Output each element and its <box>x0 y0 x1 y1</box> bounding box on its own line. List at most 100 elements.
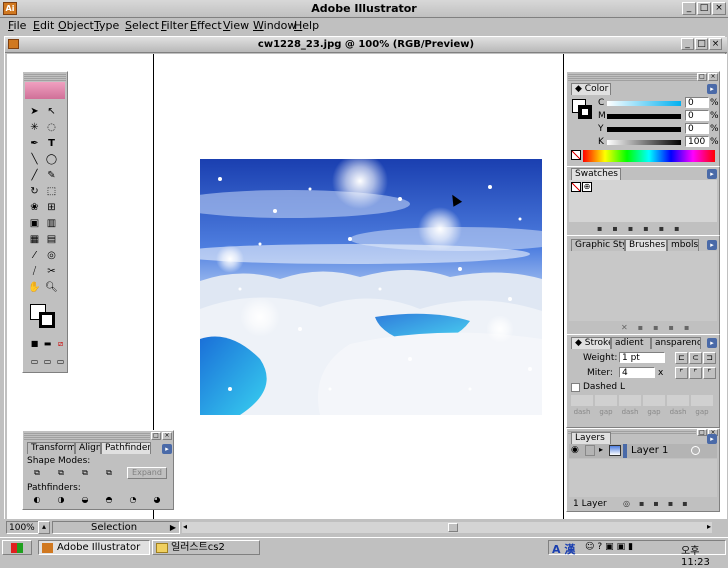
scale-tool-icon[interactable]: ⬚ <box>43 184 60 200</box>
menu-edit[interactable]: Edit <box>33 19 54 32</box>
tab-transparency[interactable]: ansparency <box>651 337 701 349</box>
none-swatch[interactable] <box>571 182 581 192</box>
gradient-tool-icon[interactable]: ▤ <box>43 232 60 248</box>
subtract-from-shape-icon[interactable]: ⧉ <box>53 468 69 480</box>
pencil-tool-icon[interactable]: ✎ <box>43 168 60 184</box>
tab-transform[interactable]: Transform <box>27 442 75 454</box>
free-transform-tool-icon[interactable]: ⊞ <box>43 200 60 216</box>
color-panel-minimize-button[interactable]: □ <box>697 73 707 81</box>
scroll-thumb[interactable] <box>448 523 458 532</box>
doc-maximize-button[interactable]: □ <box>695 38 708 50</box>
swatches-panel-menu-icon[interactable]: ▸ <box>707 169 717 179</box>
color-spectrum-bar[interactable] <box>583 150 715 162</box>
gap-3-input[interactable] <box>691 395 713 406</box>
status-tool-field[interactable]: Selection ▶ <box>52 521 180 534</box>
menu-view[interactable]: View <box>223 19 249 32</box>
none-mode-icon[interactable]: ⧄ <box>52 336 69 352</box>
menu-effect[interactable]: Effect <box>190 19 222 32</box>
pen-tool-icon[interactable]: ✒ <box>26 136 43 152</box>
rotate-tool-icon[interactable]: ↻ <box>26 184 43 200</box>
blend-tool-icon[interactable]: ◎ <box>43 248 60 264</box>
channel-c-input[interactable]: 0 <box>685 97 709 108</box>
stroke-panel-menu-icon[interactable]: ▸ <box>707 338 717 348</box>
none-color-swatch[interactable] <box>571 150 581 160</box>
menu-file[interactable]: File <box>8 19 26 32</box>
brushes-list-area[interactable] <box>569 251 717 321</box>
menu-filter[interactable]: Filter <box>161 19 188 32</box>
color-stroke-swatch[interactable] <box>578 105 592 119</box>
dash-3-input[interactable] <box>667 395 689 406</box>
mesh-tool-icon[interactable]: ▦ <box>26 232 43 248</box>
tab-layers[interactable]: Layers <box>571 432 611 444</box>
minimize-button[interactable]: _ <box>682 2 696 15</box>
crop-icon[interactable]: ◓ <box>101 495 117 507</box>
channel-y-slider[interactable] <box>607 127 681 132</box>
paintbrush-tool-icon[interactable]: ╱ <box>26 168 43 184</box>
channel-m-input[interactable]: 0 <box>685 110 709 121</box>
hand-tool-icon[interactable]: ✋ <box>26 280 43 296</box>
menu-window[interactable]: Window <box>253 19 296 32</box>
brushes-panel-menu-icon[interactable]: ▸ <box>707 240 717 250</box>
stroke-swatch[interactable] <box>39 312 55 328</box>
dash-2-input[interactable] <box>619 395 641 406</box>
direct-selection-tool-icon[interactable]: ↖ <box>43 104 60 120</box>
tab-swatches[interactable]: Swatches <box>571 168 621 180</box>
miter-input[interactable]: 4 <box>619 367 655 378</box>
maximize-button[interactable]: □ <box>697 2 711 15</box>
pathfinder-panel-title-bar[interactable] <box>24 432 150 440</box>
toolbox-title-bar[interactable] <box>24 73 66 81</box>
doc-minimize-button[interactable]: _ <box>681 38 694 50</box>
layer-expand-triangle-icon[interactable]: ▸ <box>599 445 603 454</box>
dashed-line-checkbox[interactable] <box>571 383 580 392</box>
cap-butt-button[interactable]: ⊏ <box>675 352 688 364</box>
layers-panel-minimize-button[interactable]: □ <box>697 429 707 436</box>
task-illustrator-cs2-folder[interactable]: 일러스트cs2 <box>152 540 260 555</box>
scroll-left-arrow-icon[interactable]: ◂ <box>183 522 187 531</box>
channel-k-slider[interactable] <box>607 140 681 145</box>
cap-square-button[interactable]: ⊐ <box>703 352 716 364</box>
placed-image-snow-landscape[interactable] <box>200 159 542 415</box>
tab-symbols[interactable]: mbols <box>667 239 699 251</box>
scissors-tool-icon[interactable]: ✂ <box>43 264 60 280</box>
layer-name[interactable]: Layer 1 <box>631 445 668 456</box>
channel-c-slider[interactable] <box>607 101 681 106</box>
color-panel-title-bar[interactable] <box>568 73 698 81</box>
doc-close-button[interactable]: × <box>709 38 722 50</box>
menu-help[interactable]: Help <box>294 19 319 32</box>
close-button[interactable]: × <box>712 2 726 15</box>
layer-visibility-eye-icon[interactable]: ◉ <box>571 445 579 455</box>
cap-round-button[interactable]: ⊂ <box>689 352 702 364</box>
eyedropper-tool-icon[interactable]: ⁄ <box>26 248 43 264</box>
type-tool-icon[interactable]: T <box>43 136 60 152</box>
divide-icon[interactable]: ◐ <box>29 495 45 507</box>
color-panel-close-button[interactable]: × <box>708 73 718 81</box>
weight-input[interactable]: 1 pt <box>619 352 665 363</box>
ellipse-tool-icon[interactable]: ◯ <box>43 152 60 168</box>
trim-icon[interactable]: ◑ <box>53 495 69 507</box>
menu-object[interactable]: Object <box>58 19 94 32</box>
slice-tool-icon[interactable]: ⧸ <box>26 264 43 280</box>
selection-tool-icon[interactable]: ➤ <box>26 104 43 120</box>
channel-y-input[interactable]: 0 <box>685 123 709 134</box>
intersect-shape-icon[interactable]: ⧉ <box>77 468 93 480</box>
line-tool-icon[interactable]: ╲ <box>26 152 43 168</box>
layer-target-circle-icon[interactable] <box>691 446 700 455</box>
merge-icon[interactable]: ◒ <box>77 495 93 507</box>
pathfinder-panel-close-button[interactable]: × <box>162 432 172 440</box>
symbol-sprayer-tool-icon[interactable]: ▣ <box>26 216 43 232</box>
registration-swatch[interactable]: ⊕ <box>582 182 592 192</box>
channel-k-input[interactable]: 100 <box>685 136 709 147</box>
tab-color[interactable]: ◆ Color <box>571 83 611 95</box>
exclude-overlap-icon[interactable]: ⧉ <box>101 468 117 480</box>
expand-button[interactable]: Expand <box>127 467 167 479</box>
layer-row[interactable]: ◉ ▸ Layer 1 <box>569 444 717 458</box>
scroll-right-arrow-icon[interactable]: ▸ <box>707 522 711 531</box>
gap-2-input[interactable] <box>643 395 665 406</box>
swatches-area[interactable]: ⊕ <box>569 180 717 222</box>
tab-align[interactable]: Align <box>75 442 101 454</box>
horizontal-scrollbar[interactable]: ◂ ▸ <box>182 522 712 533</box>
tab-stroke[interactable]: ◆ Stroke <box>571 337 611 349</box>
channel-m-slider[interactable] <box>607 114 681 119</box>
tab-gradient[interactable]: adient <box>611 337 651 349</box>
toolbox-logo-flower[interactable] <box>25 82 65 99</box>
